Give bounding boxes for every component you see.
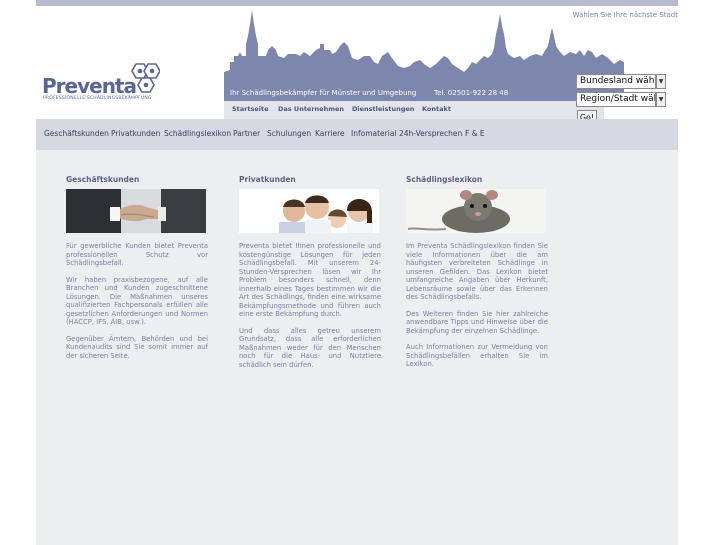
chevron-down-icon[interactable]: ▼ (656, 92, 666, 107)
subnav-schaedlingslexikon[interactable]: Schädlingslexikon (164, 129, 231, 138)
chevron-down-icon[interactable]: ▼ (656, 74, 666, 89)
subnav-schulungen[interactable]: Schulungen (267, 129, 311, 138)
logo-text: Preventa (42, 74, 137, 98)
column-title-geschaeftskunden[interactable]: Geschäftskunden (66, 175, 139, 184)
subnav-f-und-e[interactable]: F & E (465, 129, 485, 138)
column-title-privatkunden[interactable]: Privatkunden (239, 175, 296, 184)
handshake-image[interactable] (66, 189, 206, 233)
nav-kontakt[interactable]: Kontakt (422, 105, 451, 113)
hexagon-logo-icon (131, 63, 160, 93)
logo[interactable]: Preventa PROFESSIONELLE SCHÄDLINGSBEKÄMP… (42, 62, 162, 108)
nav-dienstleistungen[interactable]: Dienstleistungen (352, 105, 414, 113)
paragraph: Für gewerbliche Kunden bietet Preventa p… (66, 242, 208, 267)
subnav-privatkunden[interactable]: Privatkunden (111, 129, 160, 138)
sub-nav: Geschäftskunden Privatkunden Schädlingsl… (36, 119, 678, 150)
paragraph: Und dass alles getreu unserem Grundsatz,… (239, 326, 381, 369)
paragraph: Gegenüber Ämtern, Behörden und bei Kunde… (66, 334, 208, 360)
column-text-privatkunden: Preventa bietet Ihnen professionelle und… (239, 242, 381, 377)
column-text-schaedlingslexikon: Im Preventa Schädlingslexikon finden Sie… (406, 242, 548, 377)
column-title-schaedlingslexikon[interactable]: Schädlingslexikon (406, 175, 482, 184)
rat-image[interactable] (406, 189, 546, 233)
region-select[interactable]: Region/Stadt wählen (576, 92, 656, 107)
column-text-geschaeftskunden: Für gewerbliche Kunden bietet Preventa p… (66, 242, 208, 368)
nav-startseite[interactable]: Startseite (232, 105, 269, 113)
family-image[interactable] (239, 189, 379, 233)
paragraph: Wir haben praxisbezogene, auf alle Branc… (66, 275, 208, 327)
logo-subtitle: PROFESSIONELLE SCHÄDLINGSBEKÄMPFUNG (43, 96, 152, 101)
subnav-infomaterial[interactable]: Infomaterial (351, 129, 397, 138)
content-area: Geschäftskunden Für gewerbliche Kunden b… (36, 150, 678, 545)
subnav-karriere[interactable]: Karriere (315, 129, 345, 138)
paragraph: Des Weiteren finden Sie hier zahlreiche … (406, 309, 548, 335)
subnav-partner[interactable]: Partner (233, 129, 260, 138)
bundesland-select[interactable]: Bundesland wählen (576, 74, 656, 89)
paragraph: Im Preventa Schädlingslexikon finden Sie… (406, 242, 548, 301)
nav-das-unternehmen[interactable]: Das Unternehmen (278, 105, 344, 113)
paragraph: Preventa bietet Ihnen professionelle und… (239, 242, 381, 318)
phone-number: Tel. 02501-922 28 48 (434, 89, 509, 97)
tagline: Ihr Schädlingsbekämpfer für Münster und … (230, 89, 417, 97)
subnav-geschaeftskunden[interactable]: Geschäftskunden (44, 129, 109, 138)
paragraph: Auch Informationen zur Vermeidung von Sc… (406, 343, 548, 368)
subnav-24h-versprechen[interactable]: 24h-Versprechen (399, 129, 462, 138)
main-nav: Startseite Das Unternehmen Dienstleistun… (224, 101, 604, 119)
